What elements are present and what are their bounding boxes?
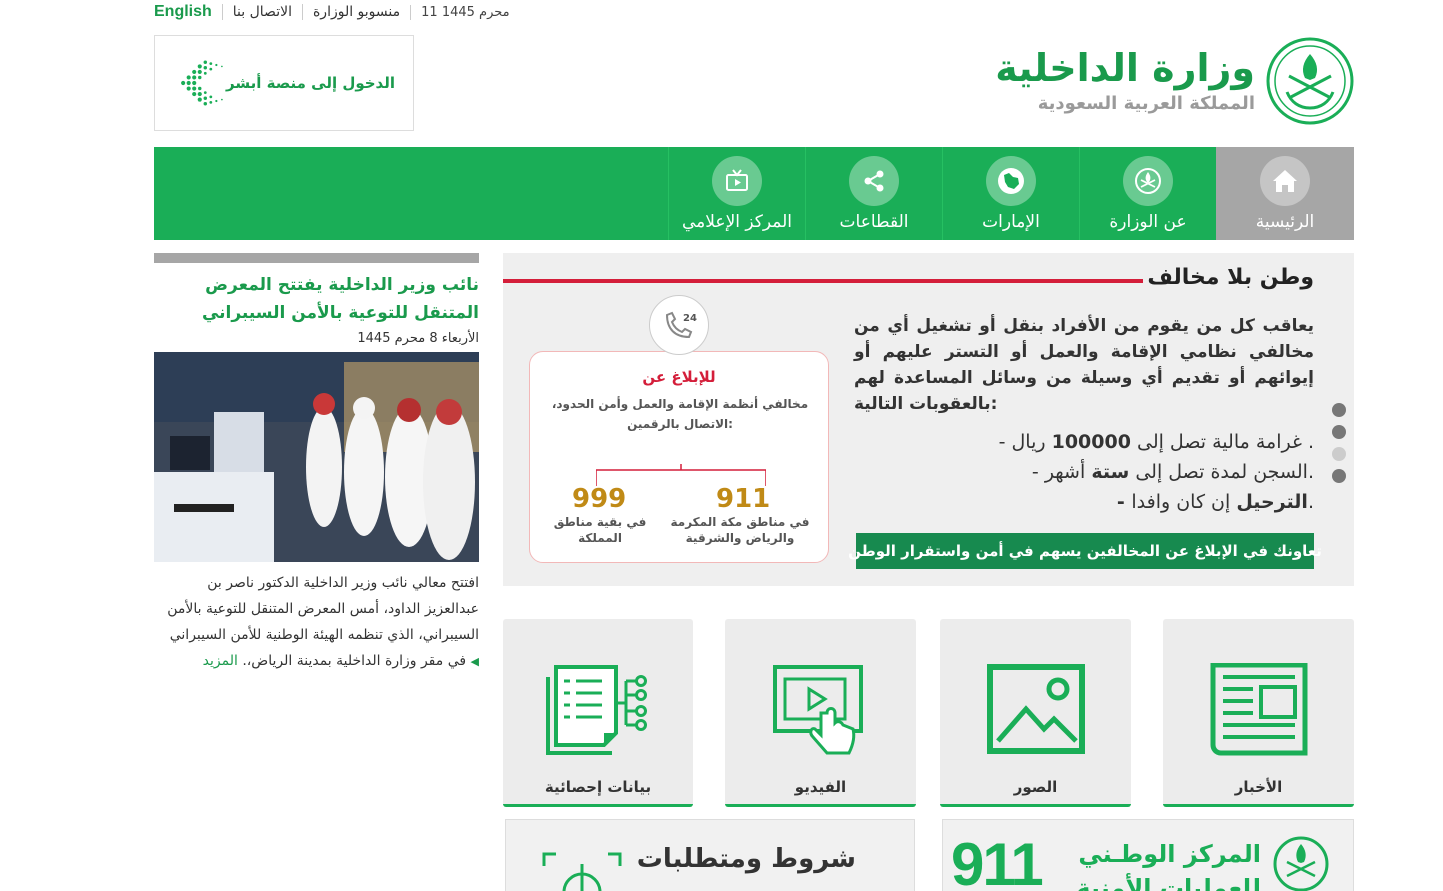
slider-dot[interactable] xyxy=(1332,403,1346,417)
home-icon xyxy=(1260,155,1310,206)
number-911: 911 xyxy=(716,484,771,514)
tile-news-label: الأخبار xyxy=(1234,778,1283,796)
promo-conditions-title: شروط ومتطلبات xyxy=(636,844,856,874)
nav-item-about[interactable]: عن الوزارة xyxy=(1079,147,1216,240)
newspaper-icon xyxy=(1210,663,1307,756)
nav-item-regions[interactable]: الإمارات xyxy=(942,147,1079,240)
promo-conditions[interactable]: شروط ومتطلبات xyxy=(505,819,915,891)
saudi-emblem-icon xyxy=(1266,37,1354,125)
news-date: الأربعاء 8 محرم 1445 xyxy=(357,331,479,346)
penalty-fine-amount: 100000 xyxy=(1051,431,1131,453)
tile-news[interactable]: الأخبار xyxy=(1163,619,1354,807)
number-999: 999 xyxy=(572,484,627,514)
english-link[interactable]: English xyxy=(154,3,222,21)
news-title-link[interactable]: نائب وزير الداخلية يفتتح المعرض المتنقل … xyxy=(154,271,479,327)
tv-icon xyxy=(712,155,762,206)
phone-24-icon: 24 xyxy=(649,295,709,355)
slider-dot[interactable] xyxy=(1332,469,1346,483)
emblem-icon xyxy=(1123,155,1173,206)
kingdom-name: المملكة العربية السعودية xyxy=(1037,93,1255,114)
target-icon xyxy=(542,852,622,891)
penalty-prison-duration: ستة xyxy=(1091,461,1130,483)
map-icon xyxy=(986,155,1036,206)
nav-label: الإمارات xyxy=(982,211,1040,232)
tile-video-label: الفيديو xyxy=(794,778,847,796)
tile-photos-label: الصور xyxy=(1013,778,1058,796)
penalty-deport: - الترحيل إن كان وافدا. xyxy=(1117,491,1314,513)
absher-login-button[interactable]: الدخول إلى منصة أبشر xyxy=(154,35,414,131)
promo-security-operations[interactable]: المركز الوطـني للعمليات الأمنية 911 xyxy=(942,819,1354,891)
banner-red-line xyxy=(503,279,1143,283)
nav-label: عن الوزارة xyxy=(1109,211,1187,232)
image-icon xyxy=(986,664,1085,754)
nav-label: المركز الإعلامي xyxy=(682,211,792,232)
penalty-fine: - غرامة مالية تصل إلى 100000 ريال . xyxy=(999,431,1314,453)
number-911-label: في مناطق مكة المكرمة والرياض والشرقية xyxy=(670,515,810,545)
nav-item-sectors[interactable]: القطاعات xyxy=(805,147,942,240)
saudi-emblem-small-icon xyxy=(1273,836,1329,891)
phone-24-label: 24 xyxy=(683,313,697,324)
staff-link[interactable]: منسوبو الوزارة xyxy=(301,4,410,20)
penalty-prison: - السجن لمدة تصل إلى ستة أشهر. xyxy=(1032,461,1314,483)
ministry-name: وزارة الداخلية xyxy=(995,46,1255,90)
tile-statistics[interactable]: بيانات إحصائية xyxy=(503,619,693,807)
number-999-label: في بقية مناطق المملكة xyxy=(553,515,647,545)
ministry-logo[interactable]: وزارة الداخلية المملكة العربية السعودية xyxy=(995,36,1355,126)
contact-us-link[interactable]: الاتصال بنا xyxy=(221,4,302,20)
promo-911-number: 911 xyxy=(951,831,1044,891)
banner-paragraph: يعاقب كل من يقوم من الأفراد بنقل أو تشغي… xyxy=(854,316,1314,414)
hijri-date: 11 محرم 1445 xyxy=(410,4,520,20)
slider-dots xyxy=(1332,403,1346,483)
tile-photos[interactable]: الصور xyxy=(940,619,1131,807)
report-card: للإبلاغ عن مخالفي أنظمة الإقامة والعمل و… xyxy=(529,351,829,563)
banner-strip: تعاونك في الإبلاغ عن المخالفين يسهم في أ… xyxy=(848,533,1322,569)
tile-video[interactable]: الفيديو xyxy=(725,619,916,807)
nav-item-media-center[interactable]: المركز الإعلامي xyxy=(668,147,805,240)
promo-center-title: المركز الوطـني xyxy=(1078,840,1261,868)
news-divider xyxy=(154,253,479,263)
campaign-banner[interactable]: وطن بلا مخالف يعاقب كل من يقوم من الأفرا… xyxy=(503,253,1354,586)
video-icon xyxy=(772,665,863,755)
nav-label: الرئيسية xyxy=(1255,211,1315,232)
slider-dot[interactable] xyxy=(1332,425,1346,439)
nav-item-home[interactable]: الرئيسية xyxy=(1216,147,1354,240)
absher-logo-icon xyxy=(181,60,223,106)
promo-center-subtitle: للعمليات الأمنية xyxy=(1076,874,1261,891)
absher-label: الدخول إلى منصة أبشر xyxy=(226,74,395,92)
main-navigation: الرئيسية عن الوزارة الإمارات القطاعات ال… xyxy=(154,147,1354,240)
banner-title: وطن بلا مخالف xyxy=(1147,265,1314,290)
tile-statistics-label: بيانات إحصائية xyxy=(544,778,652,796)
nav-label: القطاعات xyxy=(839,211,909,232)
chevron-left-icon: ◀ xyxy=(470,655,479,668)
more-label: المزيد xyxy=(202,653,238,669)
share-icon xyxy=(849,155,899,206)
featured-news: نائب وزير الداخلية يفتتح المعرض المتنقل … xyxy=(154,253,479,675)
top-links-bar: English الاتصال بنا منسوبو الوزارة 11 مح… xyxy=(154,0,520,24)
report-title: للإبلاغ عن xyxy=(642,368,716,386)
connector-lines xyxy=(596,464,766,486)
news-photo[interactable] xyxy=(154,352,479,562)
report-text: مخالفي أنظمة الإقامة والعمل وأمن الحدود،… xyxy=(551,397,809,431)
slider-dot-active[interactable] xyxy=(1332,447,1346,461)
statistics-icon xyxy=(546,665,647,755)
